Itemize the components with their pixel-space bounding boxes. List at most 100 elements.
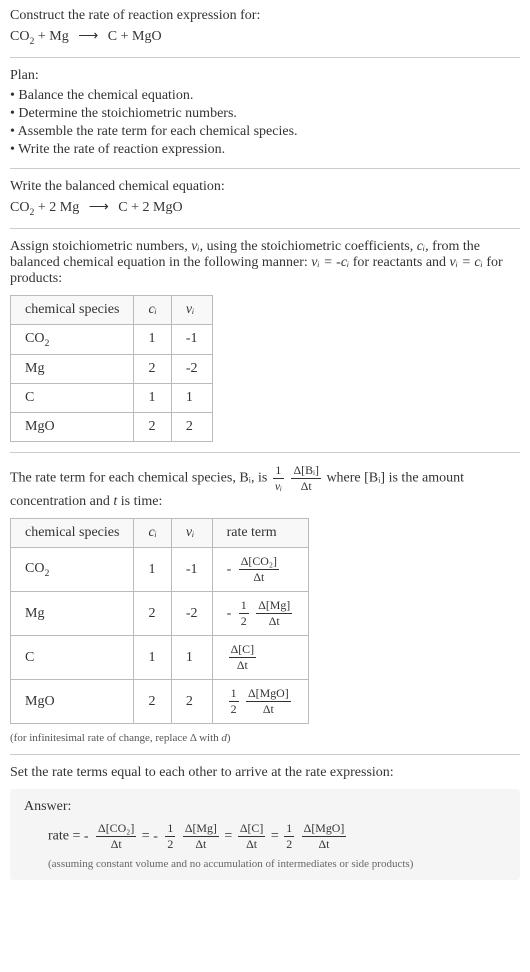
equals: =	[271, 829, 282, 844]
rateterm-table: chemical species cᵢ νᵢ rate term CO2 1 -…	[10, 518, 309, 724]
cell-ci: 1	[134, 636, 171, 680]
numerator: Δ[CO₂]	[239, 554, 279, 570]
numerator: Δ[Mg]	[256, 598, 292, 614]
table-row: C 1 1	[11, 384, 213, 413]
cell-ci: 1	[134, 324, 171, 355]
fraction: 1 2	[229, 686, 239, 717]
numerator: Δ[MgO]	[302, 821, 347, 837]
cell-nui: 1	[171, 636, 212, 680]
cell-rate: Δ[C] Δt	[212, 636, 309, 680]
cell-nui: -2	[171, 592, 212, 636]
text: Assign stoichiometric numbers,	[10, 239, 191, 254]
fraction: Δ[C] Δt	[229, 642, 257, 673]
equals: =	[142, 829, 153, 844]
cell-ci: 1	[134, 548, 171, 592]
divider	[10, 168, 520, 169]
fraction: Δ[MgO] Δt	[246, 686, 291, 717]
cell-ci: 1	[134, 384, 171, 413]
conc-bi: [Bᵢ]	[364, 471, 385, 486]
cell-species: CO2	[11, 548, 134, 592]
plan-title: Plan:	[10, 68, 520, 84]
divider	[10, 754, 520, 755]
sign: -	[227, 606, 232, 621]
plan-list: Balance the chemical equation. Determine…	[10, 88, 520, 158]
denominator: νᵢ	[273, 479, 284, 494]
fraction: Δ[CO₂] Δt	[96, 821, 136, 852]
relation: νᵢ = cᵢ	[450, 255, 483, 270]
table-row: C 1 1 Δ[C] Δt	[11, 636, 309, 680]
fraction: Δ[Mg] Δt	[183, 821, 219, 852]
numerator: Δ[Mg]	[183, 821, 219, 837]
numerator: 1	[273, 463, 284, 479]
balanced-equation: CO2 + 2 Mg ⟶ C + 2 MgO	[10, 199, 520, 218]
col-nui: νᵢ	[171, 295, 212, 324]
equals: =	[224, 829, 235, 844]
balanced-title: Write the balanced chemical equation:	[10, 179, 520, 195]
numerator: 1	[229, 686, 239, 702]
table-row: Mg 2 -2	[11, 355, 213, 384]
sign: -	[84, 829, 89, 844]
stoich-intro: Assign stoichiometric numbers, νᵢ, using…	[10, 239, 520, 287]
fraction: 1 2	[284, 821, 294, 852]
cell-ci: 2	[134, 680, 171, 724]
col-species: chemical species	[11, 519, 134, 548]
cell-rate: - Δ[CO₂] Δt	[212, 548, 309, 592]
text: for reactants and	[349, 255, 449, 270]
numerator: Δ[Bᵢ]	[291, 463, 320, 479]
rateterm-section: The rate term for each chemical species,…	[10, 463, 520, 744]
denominator: Δt	[96, 837, 136, 852]
rate-expression: rate = - Δ[CO₂] Δt = - 1 2 Δ[Mg] Δt = Δ[…	[48, 821, 506, 852]
unbalanced-equation: CO2 + Mg ⟶ C + MgO	[10, 28, 520, 47]
rateterm-intro: The rate term for each chemical species,…	[10, 463, 520, 510]
numerator: Δ[C]	[229, 642, 257, 658]
col-nui: νᵢ	[171, 519, 212, 548]
denominator: Δt	[302, 837, 347, 852]
nu-i: νᵢ	[191, 239, 199, 254]
cell-nui: 2	[171, 413, 212, 442]
cell-nui: -1	[171, 324, 212, 355]
stoich-section: Assign stoichiometric numbers, νᵢ, using…	[10, 239, 520, 443]
divider	[10, 452, 520, 453]
text: , is	[251, 471, 271, 486]
numerator: Δ[MgO]	[246, 686, 291, 702]
numerator: 1	[165, 821, 175, 837]
col-rate: rate term	[212, 519, 309, 548]
fraction: Δ[Bᵢ] Δt	[291, 463, 320, 494]
cell-nui: -2	[171, 355, 212, 384]
cell-rate: - 1 2 Δ[Mg] Δt	[212, 592, 309, 636]
cell-nui: -1	[171, 548, 212, 592]
table-row: CO2 1 -1 - Δ[CO₂] Δt	[11, 548, 309, 592]
divider	[10, 57, 520, 58]
fraction: Δ[C] Δt	[238, 821, 266, 852]
denominator: Δt	[229, 658, 257, 673]
table-row: MgO 2 2 1 2 Δ[MgO] Δt	[11, 680, 309, 724]
cell-nui: 2	[171, 680, 212, 724]
cell-species: Mg	[11, 592, 134, 636]
sign: -	[153, 829, 158, 844]
table-row: CO2 1 -1	[11, 324, 213, 355]
denominator: Δt	[239, 570, 279, 585]
answer-label: Answer:	[24, 799, 506, 815]
cell-nui: 1	[171, 384, 212, 413]
stoich-table: chemical species cᵢ νᵢ CO2 1 -1 Mg 2 -2 …	[10, 295, 213, 443]
denominator: 2	[165, 837, 175, 852]
table-header-row: chemical species cᵢ νᵢ	[11, 295, 213, 324]
denominator: 2	[284, 837, 294, 852]
col-ci: cᵢ	[134, 519, 171, 548]
cell-species: CO2	[11, 324, 134, 355]
denominator: Δt	[246, 702, 291, 717]
col-ci: cᵢ	[134, 295, 171, 324]
cell-ci: 2	[134, 355, 171, 384]
table-header-row: chemical species cᵢ νᵢ rate term	[11, 519, 309, 548]
answer-box: Answer: rate = - Δ[CO₂] Δt = - 1 2 Δ[Mg]…	[10, 789, 520, 880]
cell-species: MgO	[11, 680, 134, 724]
numerator: Δ[C]	[238, 821, 266, 837]
text: where	[326, 471, 364, 486]
plan-item: Assemble the rate term for each chemical…	[10, 124, 520, 140]
prompt-text: Construct the rate of reaction expressio…	[10, 8, 520, 24]
cell-species: C	[11, 384, 134, 413]
cell-rate: 1 2 Δ[MgO] Δt	[212, 680, 309, 724]
denominator: 2	[229, 702, 239, 717]
text: is time:	[117, 494, 162, 509]
denominator: Δt	[256, 614, 292, 629]
